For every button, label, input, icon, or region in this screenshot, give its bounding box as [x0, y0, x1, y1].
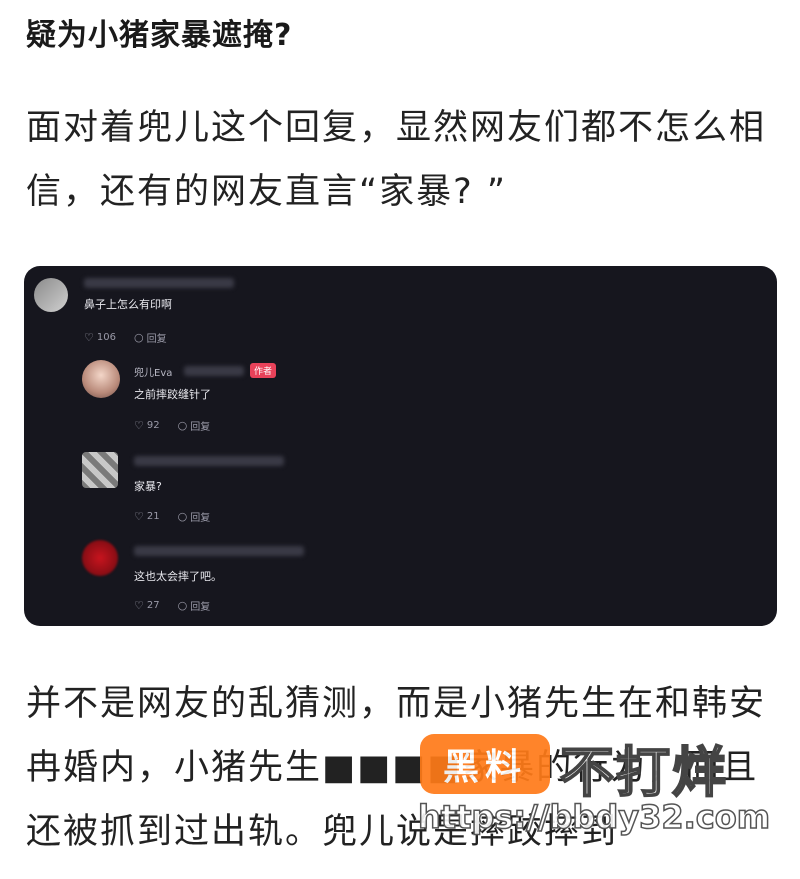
commenter-avatar [82, 452, 118, 488]
watermark-url: https://bbdy32.com [417, 797, 771, 837]
commenter-name-blurred [134, 546, 304, 556]
heart-icon: ♡ [134, 419, 144, 432]
commenter-name-blurred [134, 456, 284, 466]
commenter-avatar [34, 278, 68, 312]
comment-text: 鼻子上怎么有印啊 [84, 298, 172, 311]
comment-icon: ○ [177, 510, 188, 523]
reply-text: 家暴? [134, 480, 162, 493]
watermark-text: 不打烊 [559, 740, 728, 805]
author-badge: 作者 [250, 363, 277, 378]
reply-button[interactable]: ○ 回复 [178, 509, 211, 524]
comment-actions: ♡ 92 ○ 回复 [134, 418, 210, 433]
like-button[interactable]: ♡ 21 [134, 509, 160, 524]
comment-actions: ♡ 21 ○ 回复 [134, 509, 210, 524]
like-button[interactable]: ♡ 92 [134, 418, 160, 433]
heart-icon: ♡ [134, 599, 144, 612]
reply-text: 这也太会摔了吧。 [134, 570, 222, 583]
heart-icon: ♡ [84, 331, 94, 344]
reply-button[interactable]: ○ 回复 [134, 330, 167, 345]
comment-icon: ○ [177, 419, 188, 432]
reply-text: 之前摔跤缝针了 [134, 388, 211, 401]
heart-icon: ♡ [134, 510, 144, 523]
comment-actions: ♡ 27 ○ 回复 [134, 598, 210, 613]
reply-button[interactable]: ○ 回复 [178, 598, 211, 613]
watermark-logo-box: 黑料 [420, 734, 550, 794]
commenter-name-blurred [84, 278, 234, 288]
comment-screenshot-card: 鼻子上怎么有印啊 ♡ 106 ○ 回复 兜儿Eva 作者 之前摔跤缝针了 ♡ 92 ○… [24, 266, 777, 626]
commenter-avatar [82, 540, 118, 576]
comment-icon: ○ [177, 599, 188, 612]
author-name: 兜儿Eva [134, 368, 173, 379]
comment-actions: ♡ 106 ○ 回复 [84, 330, 167, 345]
like-button[interactable]: ♡ 106 [84, 330, 116, 345]
article-paragraph-1: 面对着兜儿这个回复，显然网友们都不怎么相信，还有的网友直言“家暴? ” [26, 108, 767, 212]
like-button[interactable]: ♡ 27 [134, 598, 160, 613]
author-avatar [82, 360, 120, 398]
author-name-blurred [184, 366, 244, 376]
reply-button[interactable]: ○ 回复 [178, 418, 211, 433]
comment-icon: ○ [133, 331, 144, 344]
article-heading: 疑为小猪家暴遮掩? [26, 18, 293, 53]
